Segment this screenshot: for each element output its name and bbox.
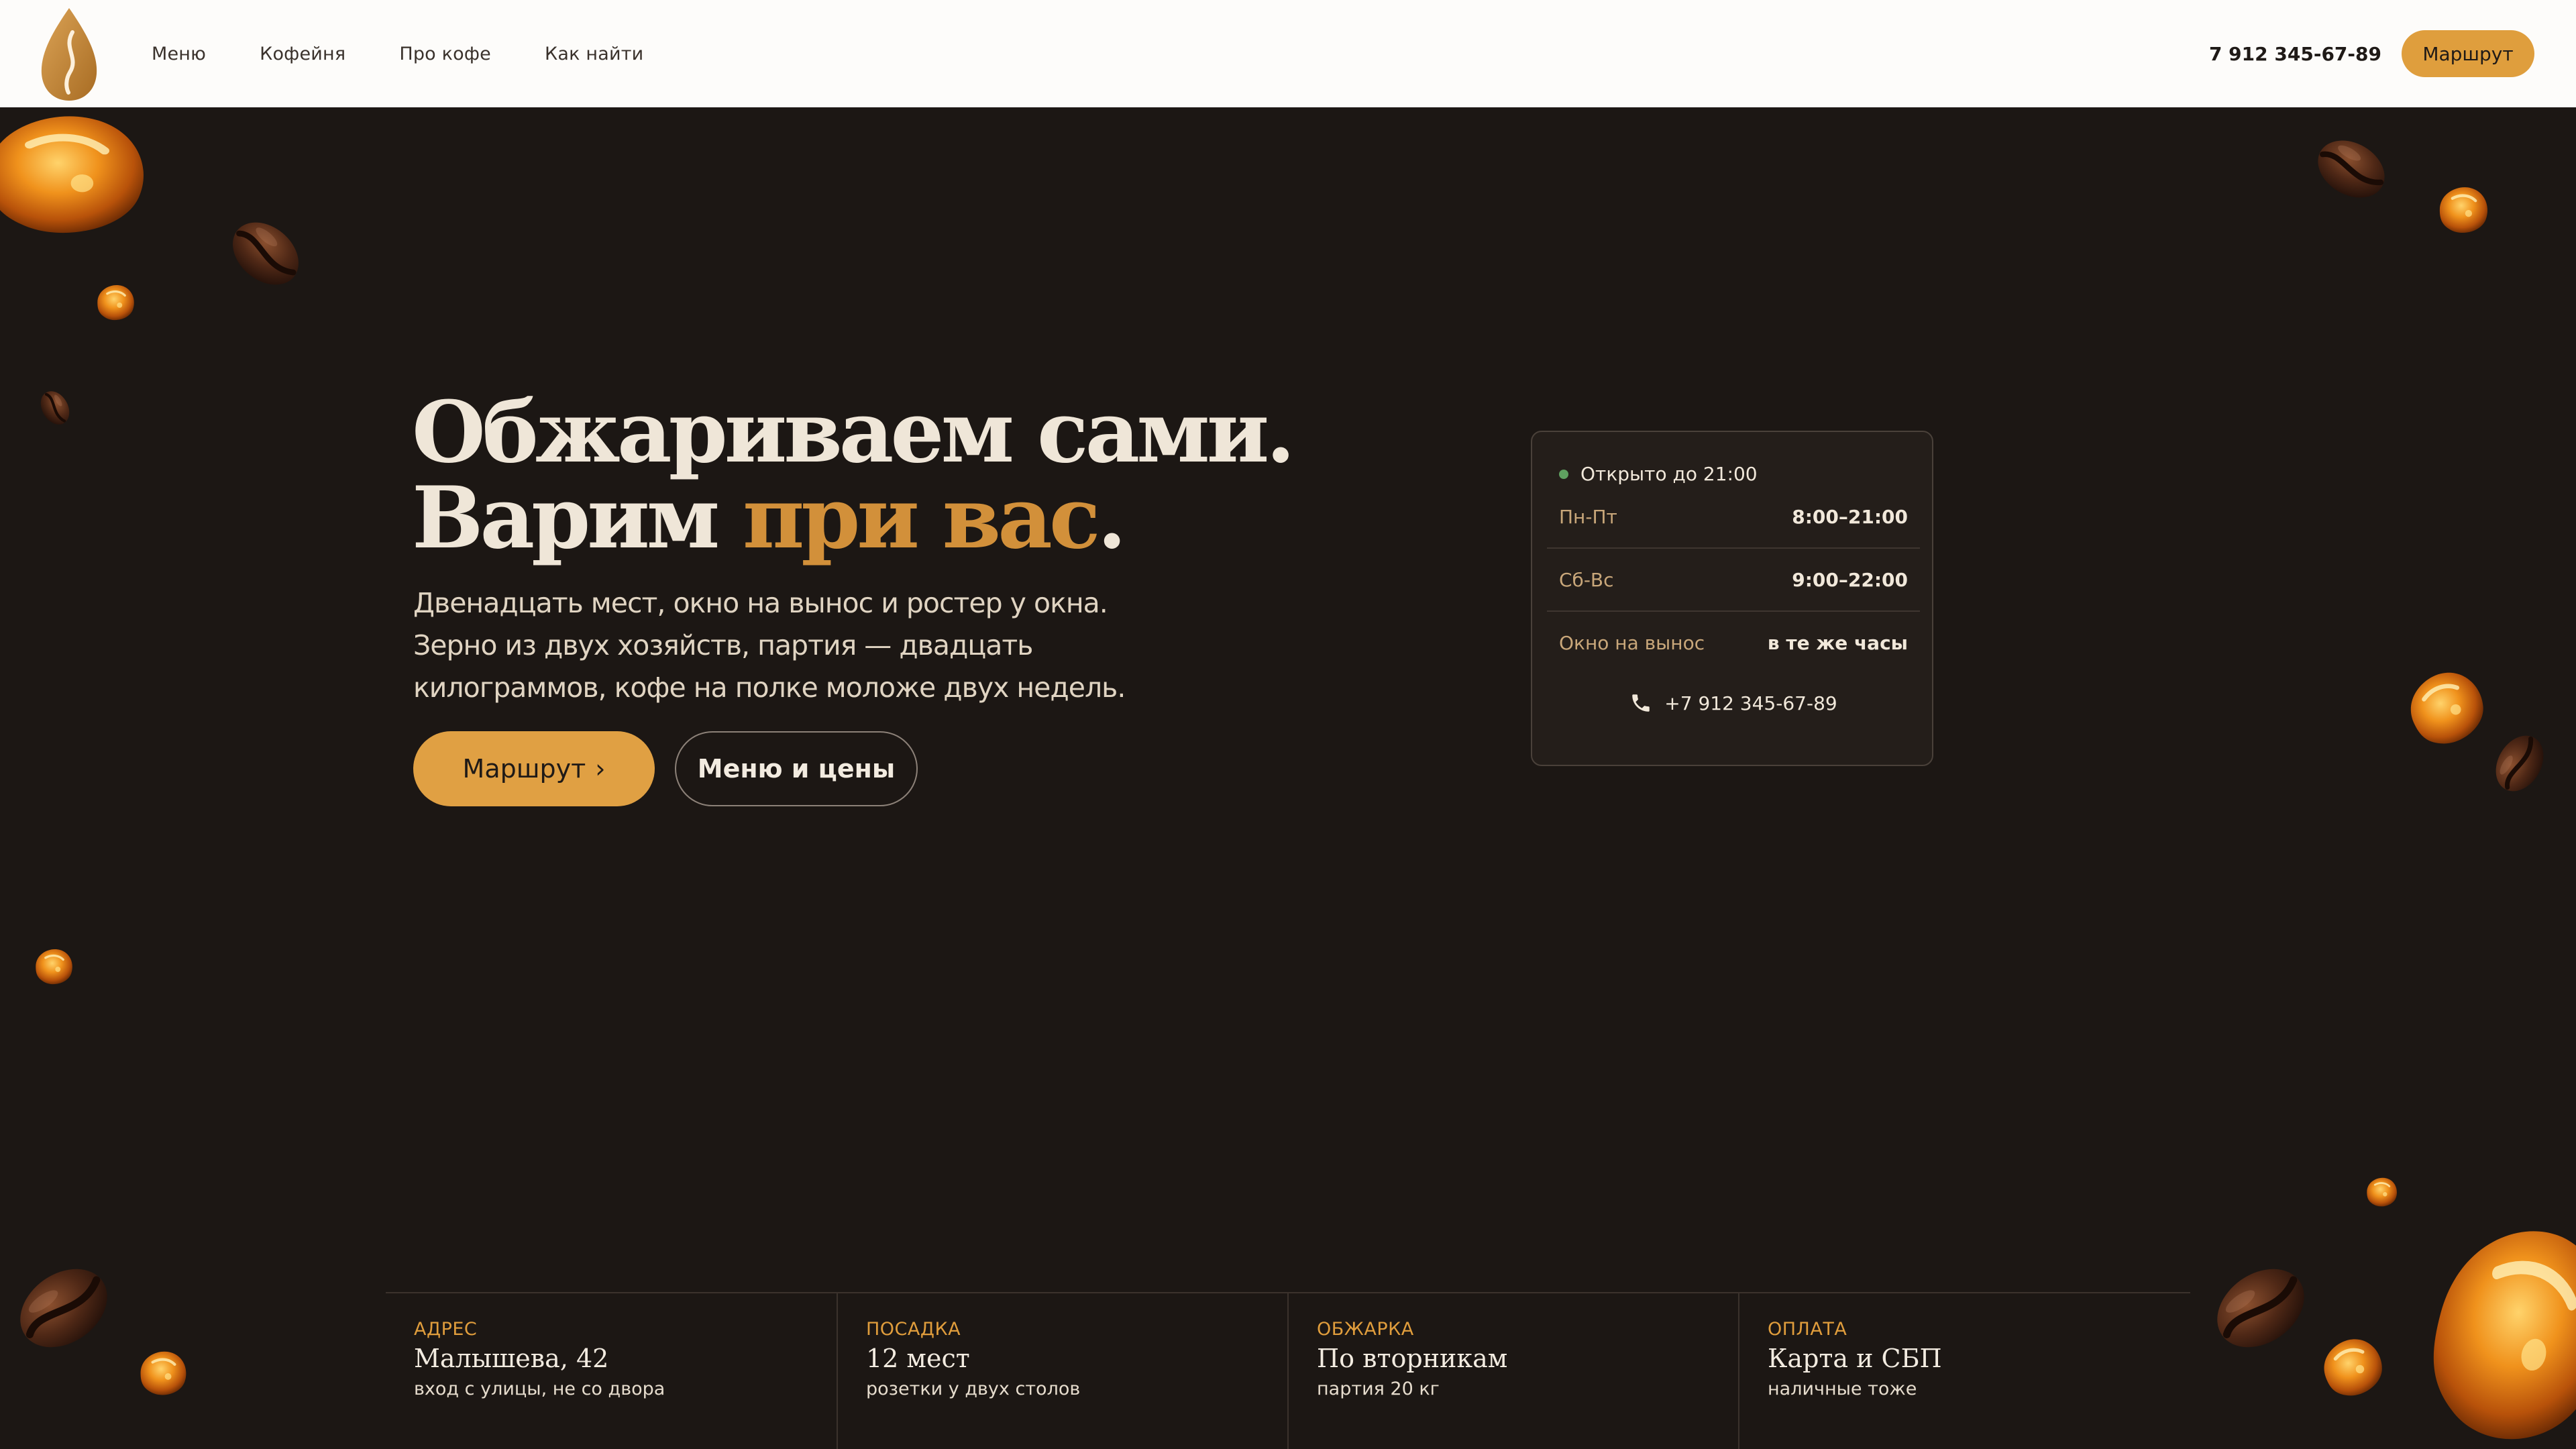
hours-row-weekdays: Пн-Пт 8:00–21:00: [1547, 486, 1920, 547]
card-phone-link[interactable]: +7 912 345-67-89: [1532, 690, 1935, 716]
info-seating: ПОСАДКА 12 мест розетки у двух столов: [837, 1293, 1287, 1449]
info-key: ОБЖАРКА: [1317, 1319, 1414, 1340]
header-phone-link[interactable]: 7 912 345-67-89: [2209, 0, 2381, 107]
info-sub: партия 20 кг: [1317, 1379, 1440, 1399]
amber-crystal-icon: [34, 948, 74, 985]
coffee-bean-icon: [2294, 113, 2410, 226]
coffee-bean-icon: [28, 380, 83, 435]
hours-label: Пн-Пт: [1559, 505, 1617, 528]
hero-subtitle-line: Зерно из двух хозяйств, партия — двадцат…: [413, 629, 1033, 661]
hours-card: Открыто до 21:00 Пн-Пт 8:00–21:00 Сб-Вс …: [1531, 431, 1933, 766]
info-sub: розетки у двух столов: [866, 1379, 1081, 1399]
hours-label: Окно на вынос: [1559, 631, 1705, 654]
amber-crystal-icon: [2365, 1177, 2398, 1208]
hours-label: Сб-Вс: [1559, 568, 1614, 591]
amber-crystal-icon: [96, 284, 136, 321]
card-phone-number: +7 912 345-67-89: [1664, 692, 1837, 714]
hero-title-accent: при вас: [743, 468, 1101, 568]
hero-subtitle-line: килограммов, кофе на полке моложе двух н…: [413, 672, 1126, 704]
coffee-bean-icon: [0, 1228, 147, 1389]
hero-title: Обжариваем сами. Варим при вас.: [412, 389, 1295, 561]
amber-crystal-icon: [0, 101, 161, 248]
chevron-right-icon: ›: [595, 754, 606, 784]
hours-value: в те же часы: [1767, 631, 1908, 654]
coffee-bean-icon: [203, 192, 329, 316]
info-key: ПОСАДКА: [866, 1319, 961, 1340]
nav-link-menu[interactable]: Меню: [152, 44, 206, 64]
info-sub: вход с улицы, не со двора: [414, 1379, 665, 1399]
info-roasting: ОБЖАРКА По вторникам партия 20 кг: [1287, 1293, 1738, 1449]
main-nav: Меню Кофейня Про кофе Как найти: [152, 0, 643, 107]
hero-subtitle: Двенадцать мест, окно на вынос и ростер …: [413, 582, 1138, 709]
info-title: 12 мест: [866, 1344, 970, 1373]
info-title: Малышева, 42: [414, 1344, 609, 1373]
hero-route-label: Маршрут: [462, 754, 586, 784]
hours-row-weekend: Сб-Вс 9:00–22:00: [1547, 549, 1920, 610]
amber-crystal-icon: [131, 1346, 196, 1401]
nav-link-how-to-find[interactable]: Как найти: [545, 44, 643, 64]
hours-value: 9:00–22:00: [1792, 568, 1908, 591]
amber-crystal-icon: [2390, 1179, 2576, 1449]
hero-route-button[interactable]: Маршрут ›: [413, 731, 655, 806]
info-key: АДРЕС: [414, 1319, 478, 1340]
open-status: Открыто до 21:00: [1559, 463, 1758, 485]
logo-drop-icon[interactable]: [39, 5, 99, 102]
header-route-button[interactable]: Маршрут: [2402, 30, 2534, 77]
open-status-text: Открыто до 21:00: [1580, 463, 1758, 485]
hero-title-line2-suffix: .: [1097, 468, 1127, 568]
hours-row-takeaway: Окно на вынос в те же часы: [1547, 612, 1920, 674]
info-payment: ОПЛАТА Карта и СБП наличные тоже: [1738, 1293, 2189, 1449]
info-title: Карта и СБП: [1768, 1344, 1942, 1373]
info-title: По вторникам: [1317, 1344, 1508, 1373]
info-sub: наличные тоже: [1768, 1379, 1917, 1399]
info-key: ОПЛАТА: [1768, 1319, 1847, 1340]
status-dot-icon: [1559, 469, 1568, 479]
phone-icon: [1632, 694, 1650, 712]
site-header: Меню Кофейня Про кофе Как найти 7 912 34…: [0, 0, 2576, 107]
menu-prices-button[interactable]: Меню и цены: [675, 731, 918, 806]
hero-subtitle-line: Двенадцать мест, окно на вынос и ростер …: [413, 587, 1108, 619]
nav-link-coffeehouse[interactable]: Кофейня: [260, 44, 345, 64]
info-strip: АДРЕС Малышева, 42 вход с улицы, не со д…: [386, 1292, 2190, 1449]
amber-crystal-icon: [2426, 181, 2502, 239]
hero-title-line2-prefix: Варим: [412, 468, 743, 568]
hours-value: 8:00–21:00: [1792, 505, 1908, 528]
nav-link-about-coffee[interactable]: Про кофе: [399, 44, 491, 64]
hero-title-line1: Обжариваем сами.: [412, 382, 1295, 482]
info-address: АДРЕС Малышева, 42 вход с улицы, не со д…: [386, 1293, 837, 1449]
